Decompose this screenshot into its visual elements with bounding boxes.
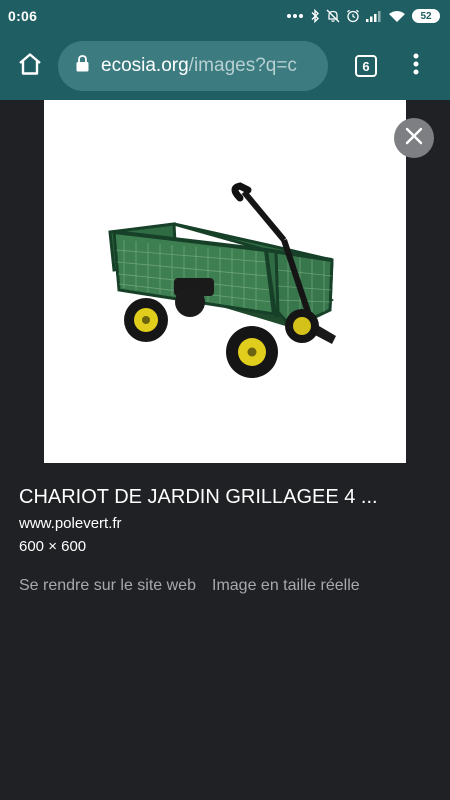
- garden-cart-image: [108, 182, 336, 378]
- lock-icon: [76, 55, 89, 77]
- result-domain: www.polevert.fr: [19, 515, 122, 532]
- status-time: 0:06: [8, 8, 38, 24]
- overflow-menu-button[interactable]: [396, 32, 436, 100]
- status-bar: 0:06 52: [0, 0, 450, 32]
- status-icons: 52: [286, 9, 440, 23]
- full-size-image-link[interactable]: Image en taille réelle: [212, 577, 360, 595]
- url-bar[interactable]: ecosia.org/images?q=c: [58, 41, 328, 91]
- home-icon: [17, 52, 43, 81]
- signal-icon: [366, 10, 382, 22]
- more-dots-icon: [286, 13, 304, 19]
- visit-site-link[interactable]: Se rendre sur le site web: [19, 577, 196, 595]
- url-path: /images?q=c: [188, 55, 297, 76]
- tab-count: 6: [355, 55, 377, 77]
- result-title: CHARIOT DE JARDIN GRILLAGEE 4 ...: [19, 486, 378, 508]
- wifi-icon: [388, 10, 406, 23]
- battery-icon: 52: [412, 9, 440, 23]
- notifications-off-icon: [326, 9, 340, 23]
- url-domain: ecosia.org: [101, 55, 189, 76]
- result-dimensions: 600 × 600: [19, 538, 87, 555]
- bluetooth-icon: [310, 9, 320, 23]
- close-icon: [405, 127, 423, 150]
- alarm-icon: [346, 9, 360, 23]
- more-vert-icon: [413, 53, 419, 80]
- close-preview-button[interactable]: [394, 118, 434, 158]
- url-text: ecosia.org/images?q=c: [101, 55, 297, 77]
- home-button[interactable]: [4, 32, 56, 100]
- tab-switcher-button[interactable]: 6: [336, 32, 396, 100]
- image-preview[interactable]: [44, 100, 406, 463]
- browser-toolbar: ecosia.org/images?q=c 6: [0, 32, 450, 100]
